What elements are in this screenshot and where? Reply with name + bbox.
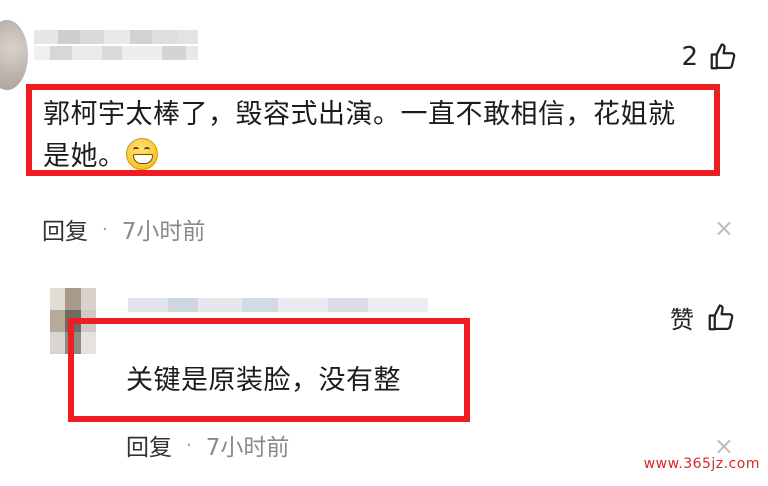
comment-meta: 回复 · 7小时前 <box>126 428 289 462</box>
like-control[interactable]: 2 <box>681 42 738 72</box>
commenter-avatar[interactable] <box>0 20 28 90</box>
commenter-name-blurred[interactable] <box>128 298 428 312</box>
comment-time: 7小时前 <box>205 435 290 461</box>
reply-button[interactable]: 回复 <box>126 428 172 462</box>
comment-text-line-end: 是她。 <box>43 141 126 172</box>
comment-text-line: 是她。 <box>43 136 713 178</box>
comment-meta: 回复 · 7小时前 <box>42 212 205 246</box>
thumbs-up-icon[interactable] <box>708 42 738 72</box>
meta-separator: · <box>186 434 192 456</box>
comment-text: 关键是原装脸，没有整 <box>126 365 401 396</box>
close-icon[interactable]: × <box>714 214 734 242</box>
like-control[interactable]: 赞 <box>670 300 736 335</box>
reply-button[interactable]: 回复 <box>42 212 88 246</box>
thumbs-up-icon[interactable] <box>706 303 736 333</box>
comment-text-line: 郭柯宇太棒了，毁容式出演。一直不敢相信，花姐就 <box>43 99 676 130</box>
commenter-name-blurred[interactable] <box>34 30 209 70</box>
meta-separator: · <box>102 218 108 240</box>
like-label: 赞 <box>670 306 694 334</box>
watermark: www.365jz.com <box>643 456 760 472</box>
grinning-face-icon <box>125 138 158 170</box>
comment-time: 7小时前 <box>121 219 206 245</box>
like-count: 2 <box>681 42 698 72</box>
comment-text: 郭柯宇太棒了，毁容式出演。一直不敢相信，花姐就 是她。 <box>43 94 713 178</box>
